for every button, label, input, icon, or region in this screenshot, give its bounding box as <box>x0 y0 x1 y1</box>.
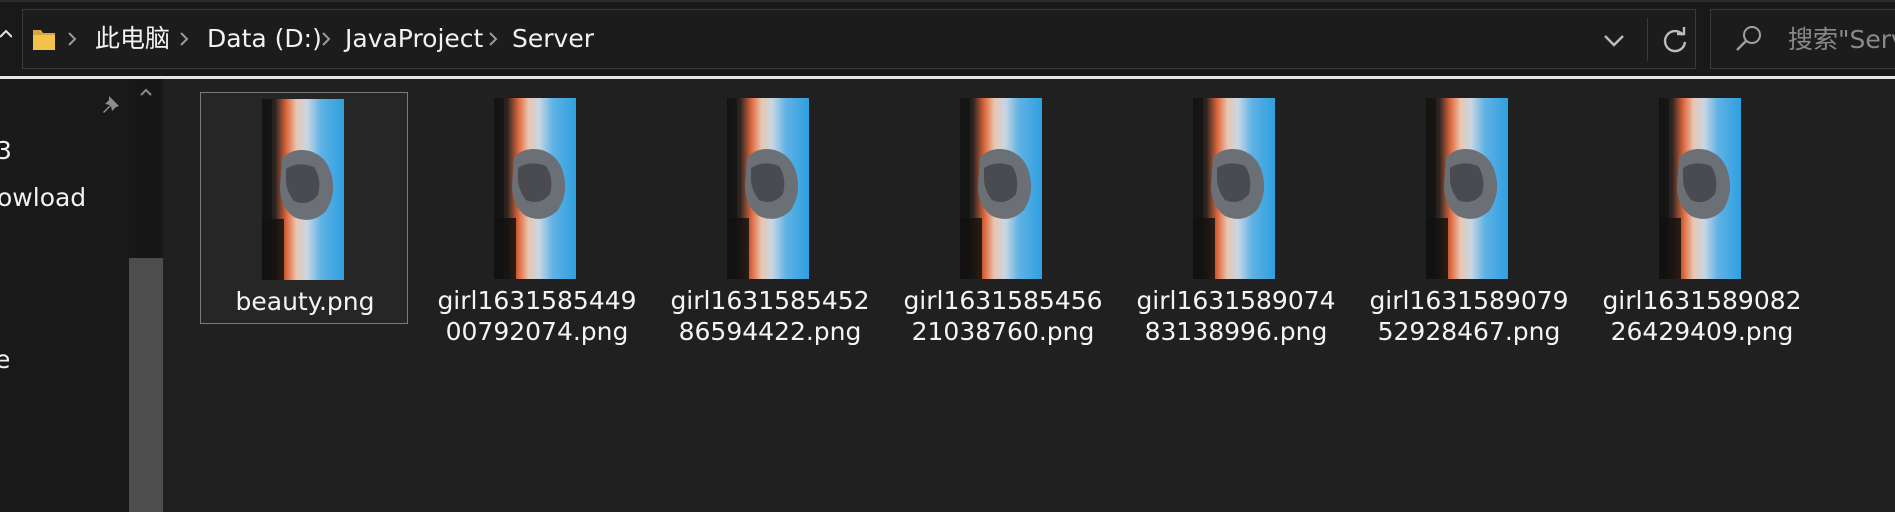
scroll-up-arrow-icon[interactable] <box>139 85 153 99</box>
search-icon <box>1736 26 1761 51</box>
file-name[interactable]: beauty.png <box>201 286 409 317</box>
file-name-line: girl1631585449 <box>437 286 637 315</box>
file-item[interactable]: girl1631585449 00792074.png <box>433 92 641 346</box>
file-name-line: girl1631585452 <box>670 286 870 315</box>
breadcrumb-drive-d[interactable]: Data (D:) <box>207 22 322 56</box>
breadcrumb-separator-icon[interactable] <box>177 28 191 50</box>
search-box[interactable] <box>1710 9 1895 69</box>
file-name-line: 86594422.png <box>678 317 862 346</box>
file-name[interactable]: girl1631585456 21038760.png <box>899 285 1107 347</box>
refresh-icon[interactable] <box>1659 24 1691 56</box>
file-name-line: girl1631589082 <box>1602 286 1802 315</box>
nav-item[interactable]: e <box>0 344 10 376</box>
file-name-line: girl1631589074 <box>1136 286 1336 315</box>
file-name[interactable]: girl1631585452 86594422.png <box>666 285 874 347</box>
file-list-area: beauty.png girl1631585449 00792074.png girl… <box>163 79 1895 512</box>
file-name-line: 26429409.png <box>1610 317 1794 346</box>
window-top-edge <box>0 0 1895 2</box>
pin-icon[interactable] <box>100 93 122 115</box>
chevron-down-icon[interactable] <box>1597 26 1631 54</box>
address-toolbar: 此电脑 Data (D:) JavaProject Server <box>0 0 1895 79</box>
breadcrumb-separator-icon[interactable] <box>486 28 500 50</box>
file-item[interactable]: beauty.png <box>200 92 408 324</box>
file-name[interactable]: girl1631585449 00792074.png <box>433 285 641 347</box>
image-thumbnail-icon <box>262 99 344 280</box>
breadcrumb-server[interactable]: Server <box>512 22 594 56</box>
file-name-line: 52928467.png <box>1377 317 1561 346</box>
file-name-line: 83138996.png <box>1144 317 1328 346</box>
nav-scrollbar[interactable] <box>129 79 163 512</box>
file-name[interactable]: girl1631589074 83138996.png <box>1132 285 1340 347</box>
scrollbar-thumb[interactable] <box>129 258 163 512</box>
address-bar[interactable]: 此电脑 Data (D:) JavaProject Server <box>22 9 1696 69</box>
nav-item-downloads[interactable]: owload <box>0 182 86 214</box>
file-name-line: girl1631589079 <box>1369 286 1569 315</box>
breadcrumb-javaproject[interactable]: JavaProject <box>345 22 483 56</box>
image-thumbnail-icon <box>494 98 576 279</box>
breadcrumb-separator-icon[interactable] <box>65 28 79 50</box>
file-item[interactable]: girl1631589079 52928467.png <box>1365 92 1573 346</box>
image-thumbnail-icon <box>1193 98 1275 279</box>
image-thumbnail-icon <box>1659 98 1741 279</box>
file-name[interactable]: girl1631589079 52928467.png <box>1365 285 1573 347</box>
image-thumbnail-icon <box>727 98 809 279</box>
navigation-pane: 3 owload e <box>0 79 163 512</box>
file-item[interactable]: girl1631585456 21038760.png <box>899 92 1107 346</box>
image-thumbnail-icon <box>1426 98 1508 279</box>
file-name-line: girl1631585456 <box>903 286 1103 315</box>
file-item[interactable]: girl1631589074 83138996.png <box>1132 92 1340 346</box>
file-name[interactable]: girl1631589082 26429409.png <box>1598 285 1806 347</box>
file-name-line: 21038760.png <box>911 317 1095 346</box>
file-explorer-window: 此电脑 Data (D:) JavaProject Server 搜索"Serv… <box>0 0 1895 512</box>
image-thumbnail-icon <box>960 98 1042 279</box>
file-name-line: 00792074.png <box>445 317 629 346</box>
address-divider <box>1647 18 1648 61</box>
folder-icon <box>33 30 55 50</box>
nav-item[interactable]: 3 <box>0 135 12 167</box>
file-item[interactable]: girl1631585452 86594422.png <box>666 92 874 346</box>
breadcrumb-separator-icon[interactable] <box>319 28 333 50</box>
breadcrumb-this-pc[interactable]: 此电脑 <box>95 22 170 56</box>
up-arrow-icon[interactable] <box>0 25 12 53</box>
search-input[interactable] <box>1788 20 1895 58</box>
file-name-line: beauty.png <box>235 287 375 316</box>
file-item[interactable]: girl1631589082 26429409.png <box>1598 92 1806 346</box>
